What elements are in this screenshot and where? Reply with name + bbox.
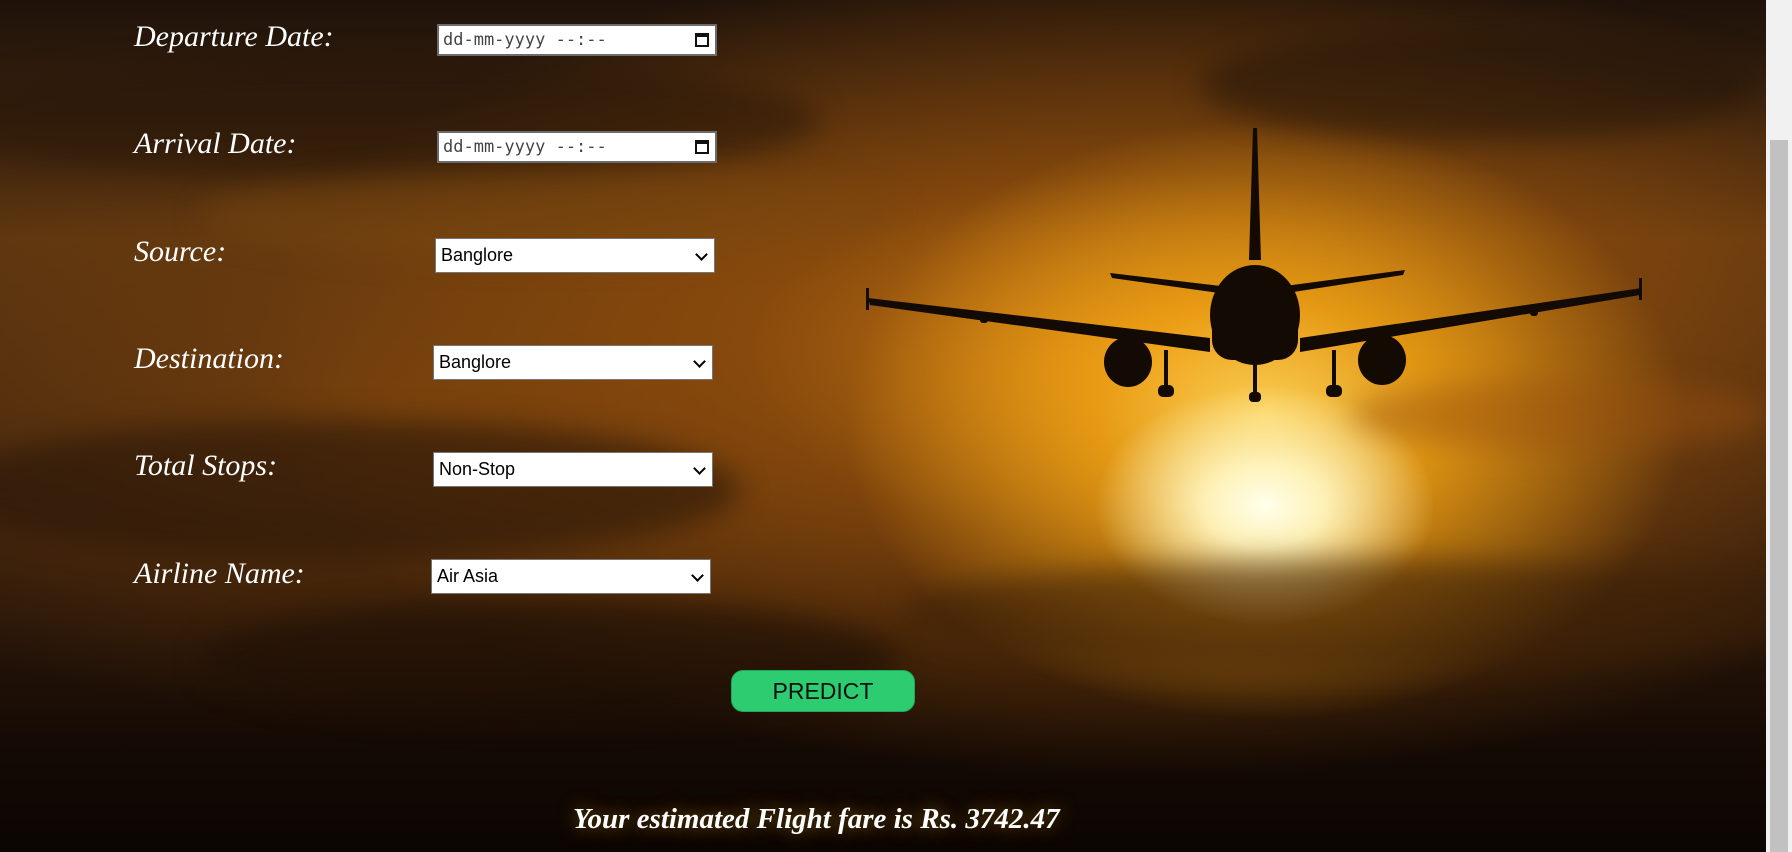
calendar-icon[interactable]: [695, 140, 709, 154]
total-stops-label: Total Stops:: [134, 449, 278, 482]
total-stops-select[interactable]: Non-Stop: [433, 452, 713, 487]
flight-fare-page: Departure Date: dd-mm-yyyy --:-- Arrival…: [0, 0, 1792, 852]
airline-name-label: Airline Name:: [134, 557, 305, 590]
chevron-down-icon: [691, 569, 704, 582]
source-select[interactable]: Banglore: [435, 238, 715, 273]
source-selected-value: Banglore: [441, 245, 514, 265]
predict-button[interactable]: PREDICT: [731, 670, 915, 712]
arrival-date-input[interactable]: dd-mm-yyyy --:--: [437, 131, 717, 163]
chevron-down-icon: [693, 355, 706, 368]
source-label: Source:: [134, 235, 227, 268]
estimated-fare-result: Your estimated Flight fare is Rs. 3742.4…: [573, 803, 1060, 835]
departure-date-input[interactable]: dd-mm-yyyy --:--: [437, 24, 717, 56]
calendar-icon[interactable]: [695, 33, 709, 47]
destination-select[interactable]: Banglore: [433, 345, 713, 380]
total-stops-selected-value: Non-Stop: [439, 459, 516, 479]
departure-date-label: Departure Date:: [134, 20, 334, 53]
chevron-down-icon: [693, 462, 706, 475]
destination-selected-value: Banglore: [439, 352, 512, 372]
chevron-down-icon: [695, 248, 708, 261]
arrival-date-label: Arrival Date:: [134, 127, 297, 160]
destination-label: Destination:: [134, 342, 284, 375]
airline-name-select[interactable]: Air Asia: [431, 559, 711, 594]
airplane-silhouette: [866, 128, 1642, 402]
airline-selected-value: Air Asia: [437, 566, 499, 586]
arrival-date-placeholder: dd-mm-yyyy --:--: [443, 137, 607, 157]
departure-date-placeholder: dd-mm-yyyy --:--: [443, 30, 607, 50]
scrollbar-thumb[interactable]: [1770, 140, 1788, 852]
